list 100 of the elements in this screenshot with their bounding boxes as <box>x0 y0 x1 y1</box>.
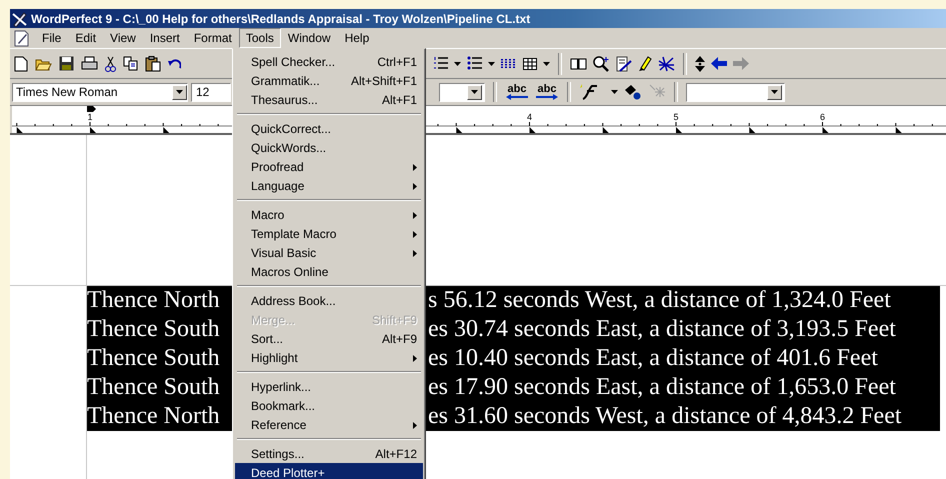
menu-item[interactable]: Tools <box>238 28 281 48</box>
print-icon[interactable] <box>81 56 98 71</box>
document-pen-icon[interactable] <box>13 30 30 46</box>
highlighter-icon[interactable] <box>638 56 652 72</box>
menu-item[interactable]: Proofread <box>235 157 423 176</box>
bullet-list-icon[interactable] <box>467 56 482 71</box>
book-icon[interactable] <box>570 57 587 70</box>
ruler-number: 1 <box>88 112 92 122</box>
up-down-icon[interactable] <box>695 56 705 72</box>
caret-icon[interactable] <box>176 90 183 94</box>
menu-item-label: Thesaurus... <box>251 92 318 106</box>
dropdown-button[interactable] <box>467 84 482 100</box>
size-field[interactable]: 12 <box>191 82 231 102</box>
submenu-arrow-icon <box>413 212 417 218</box>
menu-item[interactable]: File <box>35 28 68 48</box>
caret-icon[interactable] <box>543 62 550 66</box>
new-document-icon[interactable] <box>14 56 28 72</box>
menu-item[interactable]: Hyperlink... <box>235 377 423 396</box>
pen-on-page-icon[interactable] <box>616 56 632 72</box>
menu-item-label: Grammatik... <box>251 74 320 88</box>
caret-icon[interactable] <box>454 62 461 66</box>
menu-item[interactable]: Address Book... <box>235 291 423 310</box>
crossed-lines-icon[interactable] <box>658 56 675 72</box>
numbered-list-icon[interactable] <box>433 56 448 71</box>
menu-item[interactable]: Deed Plotter+ <box>235 463 423 479</box>
margin-marker-icon[interactable] <box>87 106 96 112</box>
menu-item-label: Hyperlink... <box>251 380 312 394</box>
shortcut-text: Alt+F12 <box>374 446 417 460</box>
window-title: WordPerfect 9 - C:\_00 Help for others\Redlands Appraisal - Troy Wolzen\Pipeline CL.txt <box>31 12 530 26</box>
font-field[interactable]: Times New Roman <box>12 82 188 102</box>
menu-item-label: QuickCorrect... <box>251 122 332 136</box>
menu-item-label: Macros Online <box>251 264 328 278</box>
paste-icon[interactable] <box>145 56 161 72</box>
menu-item-label: Template Macro <box>251 226 336 240</box>
document-text: s 56.12 seconds West, a distance of 1,324.0 Feet <box>428 287 892 314</box>
columns-icon[interactable] <box>501 58 517 70</box>
submenu-arrow-icon <box>413 164 417 170</box>
menu-item-label: Spell Checker... <box>251 54 336 68</box>
caret-icon[interactable] <box>611 90 618 94</box>
copy-icon[interactable] <box>123 56 138 71</box>
caret-icon[interactable] <box>488 62 495 66</box>
menu-item[interactable]: View <box>103 28 143 48</box>
menu-item[interactable]: Thesaurus... Alt+F1 <box>235 90 423 109</box>
text-direction-button[interactable]: abc <box>505 84 529 100</box>
back-arrow-icon[interactable] <box>711 57 727 70</box>
left-arrow-icon <box>506 94 528 100</box>
menu-item[interactable]: Help <box>338 28 376 48</box>
menu-item[interactable]: Grammatik... Alt+Shift+F1 <box>235 71 423 90</box>
menu-item[interactable]: Edit <box>68 28 104 48</box>
menu-item[interactable]: Window <box>280 28 338 48</box>
style-list-field[interactable] <box>686 82 785 102</box>
submenu-arrow-icon <box>413 354 417 362</box>
shortcut-text: Alt+F9 <box>380 332 417 346</box>
submenu-arrow-icon <box>413 422 417 428</box>
menu-item[interactable]: Macro <box>235 205 423 224</box>
menu-item[interactable]: Macros Online <box>235 262 423 281</box>
right-arrow-icon <box>536 94 558 100</box>
menu-item[interactable]: Sort... Alt+F9 <box>235 329 423 348</box>
ruler-number: 6 <box>820 112 825 122</box>
undo-icon[interactable] <box>168 58 181 68</box>
submenu-arrow-icon <box>413 182 417 190</box>
save-icon[interactable] <box>59 56 74 71</box>
document-text: es 30.74 seconds East, a distance of 3,193.5 Feet <box>428 316 897 343</box>
menu-item[interactable]: Settings... Alt+F12 <box>235 444 423 463</box>
menu-item[interactable]: Visual Basic <box>235 243 423 262</box>
menu-item-label: Deed Plotter+ <box>251 466 325 479</box>
menu-item[interactable]: Format <box>186 28 239 48</box>
text-direction-button[interactable]: abc <box>535 84 559 100</box>
shortcut-text: Ctrl+F1 <box>376 54 417 68</box>
dropdown-button[interactable] <box>767 84 782 100</box>
menu-item-label: Settings... <box>251 446 304 460</box>
caret-icon[interactable] <box>471 90 478 94</box>
dropdown-button[interactable] <box>172 84 187 100</box>
menu-item-label: Visual Basic <box>251 246 316 260</box>
menu-item[interactable]: Insert <box>142 28 187 48</box>
document-text: Thence North <box>87 287 221 314</box>
ruler-number: 5 <box>674 112 678 122</box>
menu-item[interactable]: Highlight <box>235 348 423 367</box>
document-text: es 17.90 seconds East, a distance of 1,653.0 Feet <box>428 374 897 401</box>
zoom-icon[interactable] <box>593 56 610 72</box>
menu-item[interactable]: Language <box>235 176 423 195</box>
style-field[interactable] <box>439 82 485 102</box>
caret-icon[interactable] <box>771 90 778 94</box>
menu-item[interactable]: Template Macro <box>235 224 423 243</box>
fill-bucket-icon[interactable] <box>624 84 642 100</box>
menu-item[interactable]: QuickWords... <box>235 138 423 157</box>
menu-item[interactable]: Spell Checker... Ctrl+F1 <box>235 52 423 71</box>
menu-item[interactable]: Reference <box>235 415 423 434</box>
document-text: Thence North <box>87 403 221 430</box>
menu-item[interactable]: Bookmark... <box>235 396 423 415</box>
table-icon[interactable] <box>523 58 537 70</box>
scissors-icon[interactable] <box>105 56 116 72</box>
menu-item-label: Sort... <box>251 332 284 346</box>
menu-item-label: Reference <box>251 418 306 432</box>
document-text: es 31.60 seconds West, a distance of 4,843.2 Feet <box>428 403 903 430</box>
document-text: Thence South <box>87 374 221 401</box>
document-text: es 10.40 seconds East, a distance of 401.6 Feet <box>428 345 879 372</box>
ruler-number: 4 <box>527 112 532 122</box>
submenu-arrow-icon <box>413 250 417 256</box>
menu-item-label: Language <box>251 178 304 192</box>
